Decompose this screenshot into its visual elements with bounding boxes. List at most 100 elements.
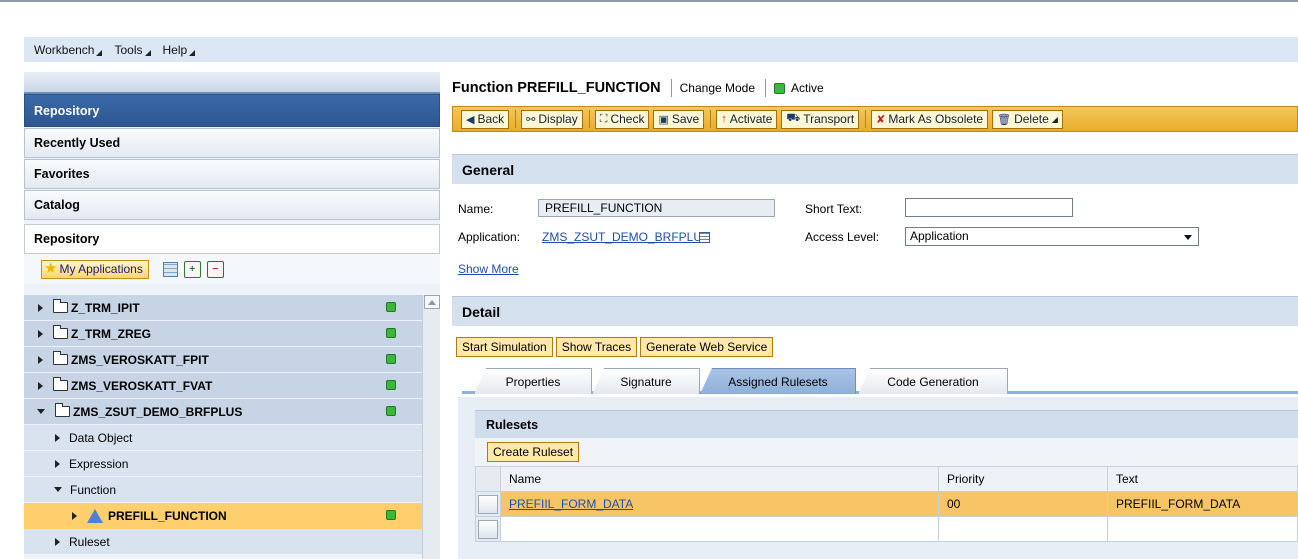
cell-priority bbox=[938, 516, 1108, 542]
activate-icon: ↑ bbox=[721, 113, 727, 125]
obsolete-label: Mark As Obsolete bbox=[888, 112, 984, 126]
access-level-label: Access Level: bbox=[805, 230, 880, 244]
display-button[interactable]: ⚯ Display bbox=[521, 109, 583, 129]
check-label: Check bbox=[610, 112, 645, 126]
name-field: PREFILL_FUNCTION bbox=[538, 199, 775, 217]
expand-all-icon[interactable]: + bbox=[183, 260, 201, 278]
accordion-catalog[interactable]: Catalog bbox=[24, 190, 440, 220]
save-label: Save bbox=[671, 112, 700, 126]
short-text-field[interactable] bbox=[905, 198, 1073, 217]
tree-node-zms-veroskatt-fvat[interactable]: ZMS_VEROSKATT_FVAT bbox=[24, 373, 422, 399]
tree-node-prefill-function[interactable]: PREFILL_FUNCTION bbox=[24, 503, 422, 529]
expand-arrow-icon[interactable] bbox=[38, 381, 43, 390]
collapse-arrow-icon[interactable] bbox=[37, 409, 45, 414]
expand-arrow-icon[interactable] bbox=[55, 459, 60, 468]
mark-obsolete-button[interactable]: ✘ Mark As Obsolete bbox=[871, 109, 989, 129]
accordion-repository[interactable]: Repository bbox=[24, 94, 440, 127]
start-simulation-button[interactable]: Start Simulation bbox=[456, 337, 553, 357]
glasses-icon: ⚯ bbox=[526, 113, 536, 126]
tree-node-zms-zsut-demo-brfplus[interactable]: ZMS_ZSUT_DEMO_BRFPLUS bbox=[24, 399, 422, 425]
accordion-favorites[interactable]: Favorites bbox=[24, 159, 440, 189]
application-link[interactable]: ZMS_ZSUT_DEMO_BRFPLUS bbox=[542, 230, 710, 244]
generate-web-service-button[interactable]: Generate Web Service bbox=[640, 337, 774, 357]
tree-node-zms-veroskatt-fpit[interactable]: ZMS_VEROSKATT_FPIT bbox=[24, 347, 422, 373]
table-header-row: Name Priority Text bbox=[475, 466, 1298, 492]
back-button[interactable]: ◀ Back bbox=[461, 109, 510, 129]
toolbar-divider bbox=[588, 110, 590, 128]
tree-node-label: Ruleset bbox=[69, 534, 110, 549]
rulesets-table: Name Priority Text PREFIIL_FORM_DATA 00 … bbox=[475, 466, 1298, 542]
expand-arrow-icon[interactable] bbox=[38, 303, 43, 312]
delete-button[interactable]: 🗑 Delete ◢ bbox=[992, 109, 1063, 129]
tab-assigned-rulesets[interactable]: Assigned Rulesets bbox=[700, 368, 856, 394]
accordion-recently-used[interactable]: Recently Used bbox=[24, 128, 440, 158]
menu-dropdown-icon bbox=[144, 49, 151, 56]
collapse-arrow-icon[interactable] bbox=[54, 487, 62, 492]
tree-node-label: Function bbox=[70, 482, 117, 497]
tree-node-label: Expression bbox=[69, 456, 129, 471]
trash-icon: 🗑 bbox=[997, 113, 1012, 126]
tree-node-z-trm-ipit[interactable]: Z_TRM_IPIT bbox=[24, 295, 422, 321]
show-traces-button[interactable]: Show Traces bbox=[555, 337, 638, 357]
tab-properties[interactable]: Properties bbox=[474, 368, 592, 394]
activate-button[interactable]: ↑ Activate bbox=[716, 109, 778, 129]
column-header-text[interactable]: Text bbox=[1107, 466, 1298, 492]
mode-label: Change Mode bbox=[679, 81, 756, 95]
general-section-header: General bbox=[452, 154, 1298, 184]
check-button[interactable]: ⛶ Check bbox=[594, 109, 650, 129]
menu-help[interactable]: Help bbox=[163, 43, 196, 57]
title-divider bbox=[765, 79, 767, 97]
tree-node-function[interactable]: Function bbox=[24, 477, 422, 503]
star-icon: ★ bbox=[44, 260, 58, 277]
column-header-priority[interactable]: Priority bbox=[938, 466, 1108, 492]
tab-label: Properties bbox=[505, 374, 561, 389]
row-select-box[interactable] bbox=[478, 519, 498, 539]
repository-section-title: Repository bbox=[24, 224, 440, 254]
table-view-icon[interactable] bbox=[162, 261, 178, 277]
menu-dropdown-icon bbox=[96, 49, 103, 56]
my-applications-button[interactable]: ★ My Applications bbox=[41, 259, 149, 279]
name-label: Name: bbox=[458, 202, 494, 216]
access-level-select[interactable]: Application bbox=[905, 227, 1199, 246]
tree-scrollbar[interactable] bbox=[422, 295, 440, 559]
save-disk-icon: ▣ bbox=[658, 113, 669, 126]
assigned-rulesets-panel: Rulesets Create Ruleset Name Priority Te… bbox=[458, 397, 1298, 559]
menu-workbench[interactable]: Workbench bbox=[34, 43, 103, 57]
expand-arrow-icon[interactable] bbox=[55, 433, 60, 442]
folder-icon bbox=[53, 377, 68, 391]
table-row-empty bbox=[475, 516, 1298, 542]
scroll-up-icon[interactable] bbox=[423, 295, 440, 309]
dropdown-icon: ◢ bbox=[1051, 114, 1058, 124]
collapse-all-icon[interactable]: − bbox=[206, 260, 224, 278]
activate-label: Activate bbox=[729, 112, 773, 126]
table-row[interactable]: PREFIIL_FORM_DATA 00 PREFIIL_FORM_DATA bbox=[475, 491, 1298, 517]
tree-node-data-object[interactable]: Data Object bbox=[24, 425, 422, 451]
show-more-link[interactable]: Show More bbox=[458, 262, 519, 276]
row-selector[interactable] bbox=[475, 516, 501, 542]
expand-arrow-icon[interactable] bbox=[55, 537, 60, 546]
create-ruleset-button[interactable]: Create Ruleset bbox=[487, 442, 580, 462]
tree-node-expression[interactable]: Expression bbox=[24, 451, 422, 477]
expand-arrow-icon[interactable] bbox=[38, 329, 43, 338]
column-header-name[interactable]: Name bbox=[500, 466, 939, 492]
tab-code-generation[interactable]: Code Generation bbox=[858, 368, 1008, 394]
tab-signature[interactable]: Signature bbox=[592, 368, 700, 394]
rulesets-header: Rulesets bbox=[475, 410, 1298, 438]
select-all-cell[interactable] bbox=[475, 466, 501, 492]
ruleset-link[interactable]: PREFIIL_FORM_DATA bbox=[509, 497, 633, 511]
object-details-icon[interactable] bbox=[699, 232, 710, 243]
transport-button[interactable]: ⛟ Transport bbox=[781, 109, 860, 129]
row-selector[interactable] bbox=[475, 491, 501, 517]
menu-bar: Workbench Tools Help bbox=[24, 37, 1298, 62]
general-title: General bbox=[462, 161, 515, 178]
tree-node-ruleset[interactable]: Ruleset bbox=[24, 529, 422, 555]
cell-text: PREFIIL_FORM_DATA bbox=[1107, 491, 1298, 517]
menu-dropdown-icon bbox=[189, 49, 196, 56]
menu-tools[interactable]: Tools bbox=[114, 43, 151, 57]
row-select-box[interactable] bbox=[478, 494, 498, 514]
cell-name: PREFIIL_FORM_DATA bbox=[500, 491, 939, 517]
tree-node-z-trm-zreg[interactable]: Z_TRM_ZREG bbox=[24, 321, 422, 347]
save-button[interactable]: ▣ Save bbox=[653, 109, 705, 129]
expand-arrow-icon[interactable] bbox=[38, 355, 43, 364]
expand-arrow-icon[interactable] bbox=[72, 512, 77, 520]
